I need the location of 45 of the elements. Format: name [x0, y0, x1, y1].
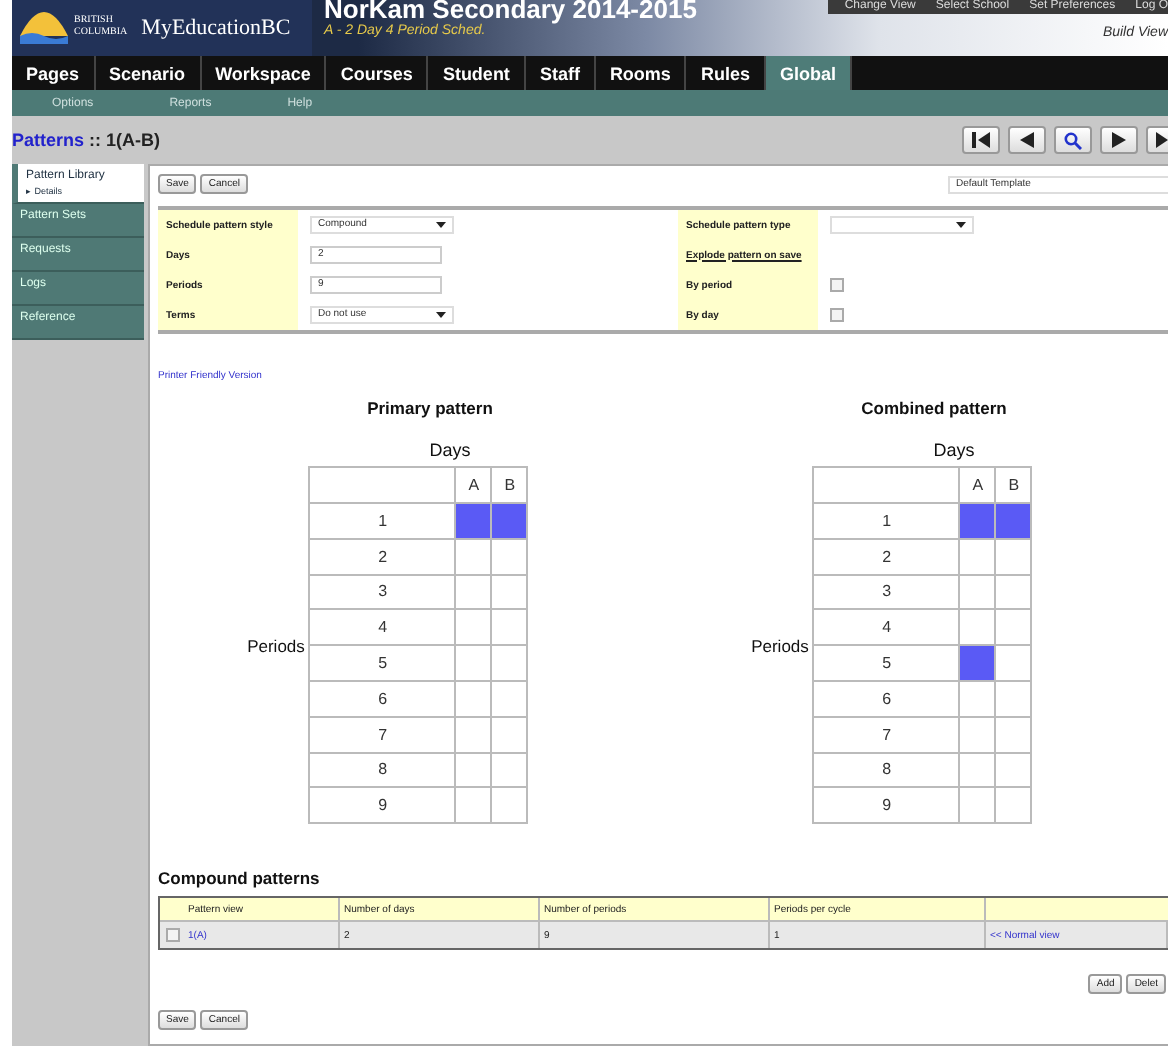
next-record-button[interactable] [1100, 126, 1138, 154]
row-header: 2 [813, 538, 960, 575]
row-header: 7 [813, 716, 960, 753]
previous-record-button[interactable] [1008, 126, 1046, 154]
axis-label: Days [429, 440, 471, 460]
row-header: 4 [813, 609, 960, 646]
checkbox[interactable] [830, 278, 844, 292]
row-header: 2 [309, 538, 456, 575]
caret-icon [436, 222, 446, 228]
first-icon [972, 132, 990, 148]
first-record-button[interactable] [962, 126, 1000, 154]
row-checkbox[interactable] [165, 928, 179, 943]
section-title: Compound patterns [158, 868, 322, 889]
caret-icon [956, 222, 966, 228]
row-header: 9 [813, 787, 960, 824]
row-header: 3 [813, 574, 960, 610]
row-header: 6 [309, 680, 456, 717]
row-header: 4 [309, 609, 456, 646]
row-header: 3 [309, 574, 456, 610]
row-header: 5 [309, 645, 456, 681]
axis-label: Periods [751, 635, 809, 656]
checkbox[interactable] [830, 308, 844, 322]
row-header: 1 [813, 503, 960, 539]
sun-logo-icon [20, 12, 68, 44]
row-header: 5 [813, 645, 960, 681]
caret-icon [436, 312, 446, 318]
axis-label: Days [933, 440, 975, 460]
row-header: 8 [309, 752, 456, 788]
product-name: MyEducationBC [141, 16, 291, 40]
row-header: 7 [309, 716, 456, 753]
dropdown[interactable] [830, 216, 974, 234]
header-cell [160, 898, 184, 923]
page-title: Patterns :: 1(A-B) [12, 130, 161, 150]
row-header: 6 [813, 680, 960, 717]
pattern-title: Combined pattern [861, 398, 1007, 418]
axis-label: Periods [247, 635, 305, 656]
nav-tab[interactable]: Global [765, 56, 852, 90]
search-icon [1064, 131, 1082, 149]
search-button[interactable] [1054, 126, 1092, 154]
pattern-title: Primary pattern [367, 398, 493, 418]
row-header: 8 [813, 752, 960, 788]
row-header: 9 [309, 787, 456, 824]
row-header: 1 [309, 503, 456, 539]
previous-icon [1018, 132, 1036, 148]
next-icon [1110, 132, 1128, 148]
